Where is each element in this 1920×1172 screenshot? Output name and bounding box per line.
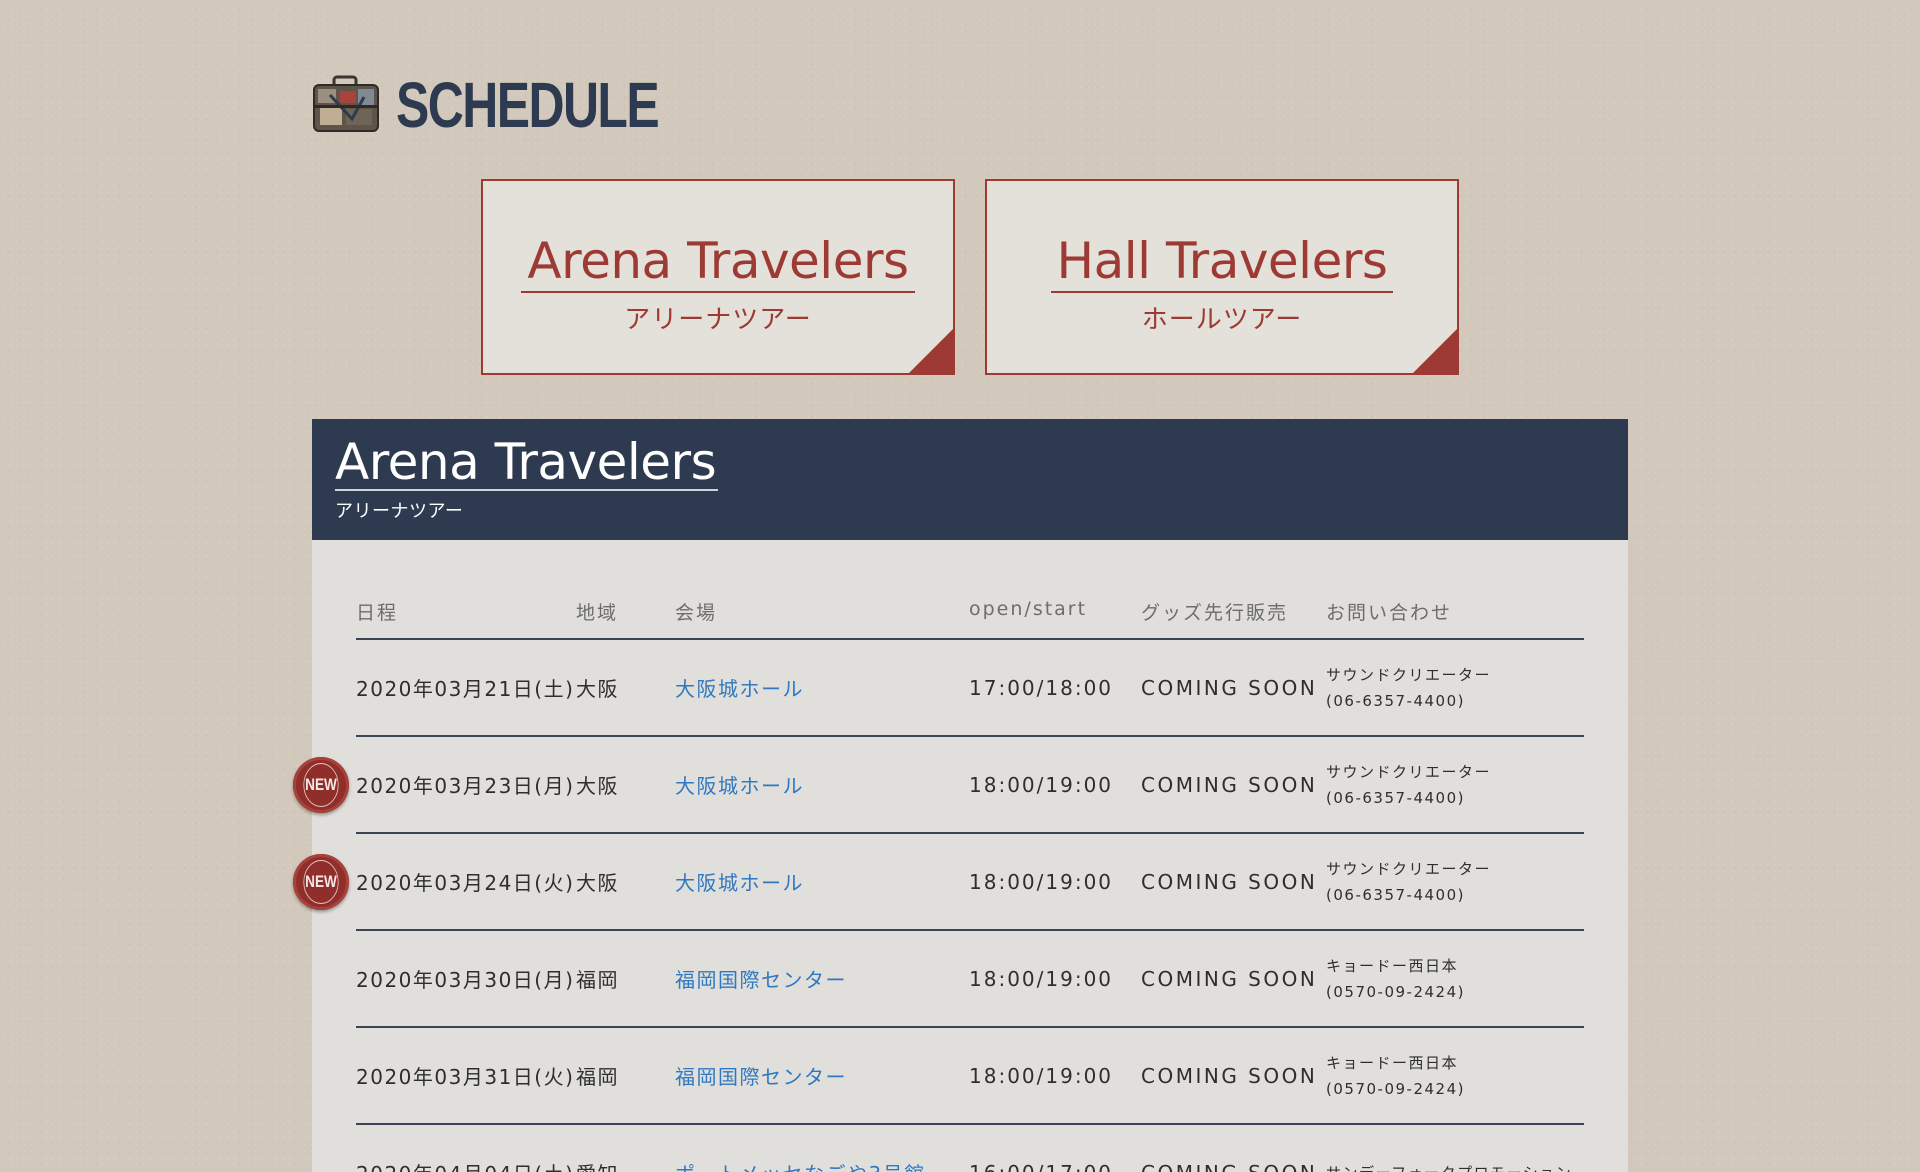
row-area: 愛知 bbox=[576, 1125, 619, 1172]
row-venue-link[interactable]: 福岡国際センター bbox=[675, 1028, 847, 1123]
table-row: 2020年03月21日(土) 大阪 大阪城ホール 17:00/18:00 COMING … bbox=[356, 640, 1584, 737]
row-time: 18:00/19:00 bbox=[969, 772, 1114, 797]
row-area: 福岡 bbox=[576, 1065, 619, 1089]
row-venue-link[interactable]: 福岡国際センター bbox=[675, 931, 847, 1026]
header-venue: 会場 bbox=[675, 602, 718, 624]
arena-schedule-section: Arena Travelers アリーナツアー 日程 地域 会場 open/st… bbox=[293, 419, 1628, 1172]
row-date: 2020年04月04日(土) bbox=[356, 1125, 574, 1172]
contact-name: サンデーフォークプロモーション bbox=[1326, 1160, 1572, 1172]
section-subtitle: アリーナツアー bbox=[335, 501, 464, 522]
contact-phone: (0570-09-2424) bbox=[1326, 982, 1465, 1001]
row-contact: サウンドクリエーター (06-6357-4400) bbox=[1326, 640, 1491, 735]
new-badge-label: NEW bbox=[303, 763, 339, 807]
row-goods: COMING SOON bbox=[1141, 772, 1318, 797]
row-time: 18:00/19:00 bbox=[969, 1063, 1114, 1088]
header-time: open/start bbox=[969, 598, 1088, 620]
row-goods: COMING SOON bbox=[1141, 1125, 1317, 1172]
row-area: 大阪 bbox=[576, 677, 619, 701]
arena-tour-button[interactable]: Arena Travelers アリーナツアー bbox=[481, 179, 955, 375]
contact-name: サウンドクリエーター bbox=[1326, 859, 1492, 878]
section-title: Arena Travelers bbox=[335, 433, 719, 491]
row-date: 2020年03月31日(火) bbox=[356, 1065, 575, 1089]
header-goods: グッズ先行販売 bbox=[1141, 602, 1289, 624]
contact-phone: (06-6357-4400) bbox=[1326, 885, 1465, 904]
contact-phone: (06-6357-4400) bbox=[1326, 788, 1465, 807]
row-time: 18:00/19:00 bbox=[969, 966, 1114, 991]
row-date: 2020年03月30日(月) bbox=[356, 968, 575, 992]
corner-fold-icon bbox=[908, 328, 953, 373]
contact-name: サウンドクリエーター bbox=[1326, 762, 1492, 781]
contact-name: サウンドクリエーター bbox=[1326, 665, 1492, 684]
header-contact: お問い合わせ bbox=[1326, 602, 1453, 624]
new-badge-icon: NEW bbox=[293, 757, 349, 813]
table-row: 2020年03月31日(火) 福岡 福岡国際センター 18:00/19:00 COMIN… bbox=[356, 1028, 1584, 1125]
schedule-table: 日程 地域 会場 open/start グッズ先行販売 お問い合わせ 2020年… bbox=[293, 540, 1584, 1172]
row-venue-link[interactable]: ポートメッセなごや3号館 bbox=[675, 1125, 926, 1172]
new-badge-icon: NEW bbox=[293, 854, 349, 910]
card-title: Arena Travelers bbox=[521, 233, 915, 293]
row-contact: サンデーフォークプロモーション bbox=[1326, 1125, 1572, 1172]
row-goods: COMING SOON bbox=[1141, 1063, 1318, 1088]
row-contact: サウンドクリエーター (06-6357-4400) bbox=[1326, 737, 1491, 832]
row-date: 2020年03月24日(火) bbox=[356, 871, 575, 895]
row-time: 18:00/19:00 bbox=[969, 869, 1114, 894]
contact-phone: (0570-09-2424) bbox=[1326, 1079, 1465, 1098]
row-contact: サウンドクリエーター (06-6357-4400) bbox=[1326, 834, 1491, 929]
page-title: SCHEDULE bbox=[396, 69, 660, 141]
table-row: 2020年04月04日(土)愛知 ポートメッセなごや3号館 16:00/17:00 C… bbox=[356, 1125, 1584, 1172]
hall-tour-button[interactable]: Hall Travelers ホールツアー bbox=[985, 179, 1459, 375]
card-subtitle: アリーナツアー bbox=[624, 305, 812, 335]
row-venue-link[interactable]: 大阪城ホール bbox=[675, 737, 804, 832]
row-date: 2020年03月23日(月) bbox=[356, 774, 575, 798]
row-area: 大阪 bbox=[576, 774, 619, 798]
row-date: 2020年03月21日(土) bbox=[356, 677, 575, 701]
card-title: Hall Travelers bbox=[1050, 233, 1394, 293]
table-row: 2020年03月30日(月) 福岡 福岡国際センター 18:00/19:00 COMIN… bbox=[356, 931, 1584, 1028]
table-row: NEW 2020年03月24日(火) 大阪 大阪城ホール 18:00/19:00 COMI… bbox=[293, 834, 1584, 931]
row-time: 17:00/18:00 bbox=[969, 675, 1114, 700]
row-time: 16:00/17:00 bbox=[969, 1125, 1113, 1172]
row-contact: キョードー西日本 (0570-09-2424) bbox=[1326, 1028, 1465, 1123]
row-goods: COMING SOON bbox=[1141, 869, 1318, 894]
header-area: 地域 bbox=[576, 602, 619, 624]
table-header: 日程 地域 会場 open/start グッズ先行販売 お問い合わせ bbox=[356, 540, 1584, 640]
suitcase-icon bbox=[312, 75, 380, 135]
header-date: 日程 bbox=[356, 602, 399, 624]
contact-name: キョードー西日本 bbox=[1326, 1053, 1459, 1072]
row-goods: COMING SOON bbox=[1141, 675, 1318, 700]
new-badge-label: NEW bbox=[303, 860, 339, 904]
corner-fold-icon bbox=[1412, 328, 1457, 373]
card-subtitle: ホールツアー bbox=[1141, 305, 1303, 335]
row-venue-link[interactable]: 大阪城ホール bbox=[675, 834, 804, 929]
row-area: 大阪 bbox=[576, 871, 619, 895]
row-contact: キョードー西日本 (0570-09-2424) bbox=[1326, 931, 1465, 1026]
row-goods: COMING SOON bbox=[1141, 966, 1318, 991]
section-header: Arena Travelers アリーナツアー bbox=[312, 419, 1628, 540]
schedule-header: SCHEDULE bbox=[312, 70, 732, 140]
contact-phone: (06-6357-4400) bbox=[1326, 691, 1465, 710]
row-venue-link[interactable]: 大阪城ホール bbox=[675, 640, 804, 735]
contact-name: キョードー西日本 bbox=[1326, 956, 1459, 975]
row-area: 福岡 bbox=[576, 968, 619, 992]
table-row: NEW 2020年03月23日(月) 大阪 大阪城ホール 18:00/19:00 COMI… bbox=[293, 737, 1584, 834]
